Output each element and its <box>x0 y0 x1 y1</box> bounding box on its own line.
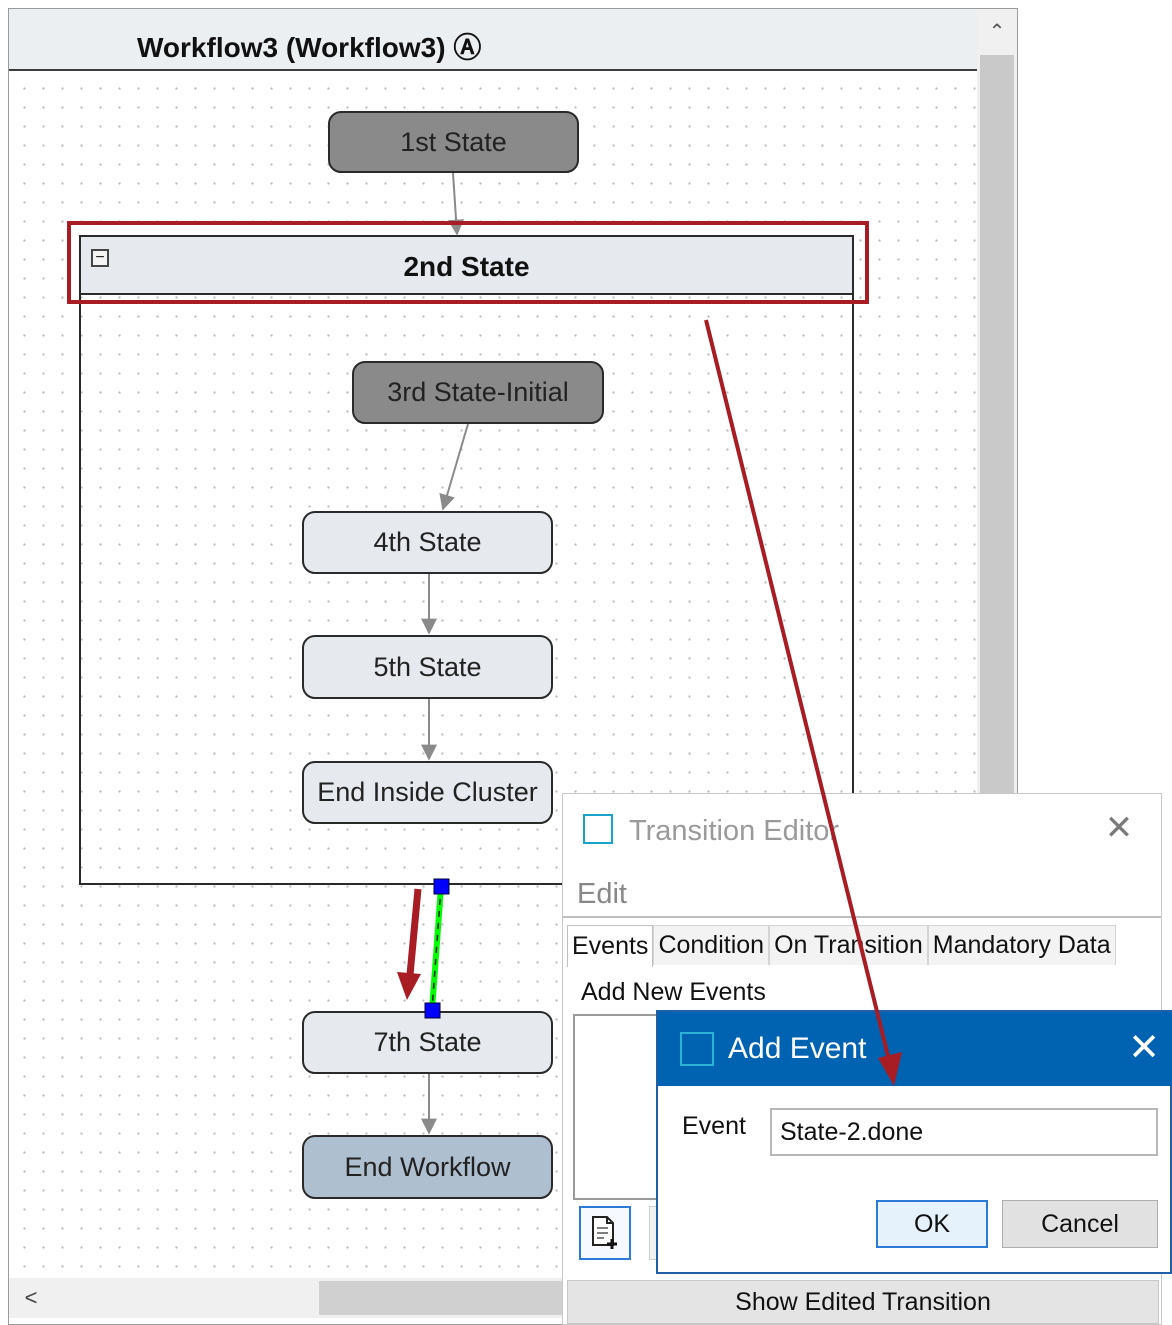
event-label: Event <box>682 1112 746 1140</box>
add-event-button[interactable] <box>579 1206 631 1260</box>
close-icon[interactable]: ✕ <box>1103 811 1135 845</box>
state-end-inside-cluster[interactable]: End Inside Cluster <box>302 761 553 824</box>
transition-editor-title: Transition Editor <box>629 815 840 847</box>
state-label: 5th State <box>373 651 482 682</box>
edit-label: Edit <box>577 878 627 910</box>
state-label: End Workflow <box>344 1151 511 1182</box>
transition-editor-tabs: Events Condition On Transition Mandatory… <box>567 925 1116 967</box>
add-new-events-label: Add New Events <box>581 978 766 1006</box>
tab-events[interactable]: Events <box>567 925 654 967</box>
tab-condition[interactable]: Condition <box>653 925 770 965</box>
add-event-title: Add Event <box>728 1032 867 1065</box>
state-label: 4th State <box>373 527 482 557</box>
state-label: End Inside Cluster <box>317 777 538 807</box>
state-label: 3rd State-Initial <box>387 377 569 407</box>
divider <box>563 916 1161 918</box>
transition-3rd-to-4th[interactable] <box>439 423 469 511</box>
add-event-dialog: Add Event ✕ Event OK Cancel <box>656 1010 1172 1274</box>
ok-button[interactable]: OK <box>876 1200 988 1248</box>
show-edited-transition-button[interactable]: Show Edited Transition <box>567 1280 1159 1324</box>
state-4th[interactable]: 4th State <box>302 511 553 574</box>
tab-mandatory-data[interactable]: Mandatory Data <box>927 925 1116 965</box>
window-icon <box>583 814 613 844</box>
highlight-box <box>67 221 869 304</box>
window-icon <box>680 1032 714 1066</box>
cancel-button[interactable]: Cancel <box>1002 1200 1158 1248</box>
tab-on-transition[interactable]: On Transition <box>769 925 928 965</box>
state-end-workflow[interactable]: End Workflow <box>302 1135 553 1199</box>
state-1st[interactable]: 1st State <box>328 111 579 173</box>
transition-editor-titlebar[interactable]: Transition Editor ✕ <box>563 794 1161 864</box>
event-input[interactable] <box>770 1108 1158 1156</box>
state-7th[interactable]: 7th State <box>302 1011 553 1074</box>
close-icon[interactable]: ✕ <box>1126 1029 1162 1067</box>
state-5th[interactable]: 5th State <box>302 635 553 699</box>
state-3rd-initial[interactable]: 3rd State-Initial <box>352 361 604 424</box>
new-document-icon <box>592 1216 617 1249</box>
add-event-titlebar[interactable]: Add Event ✕ <box>658 1012 1172 1086</box>
state-label: 1st State <box>400 126 507 157</box>
state-label: 7th State <box>373 1027 482 1057</box>
